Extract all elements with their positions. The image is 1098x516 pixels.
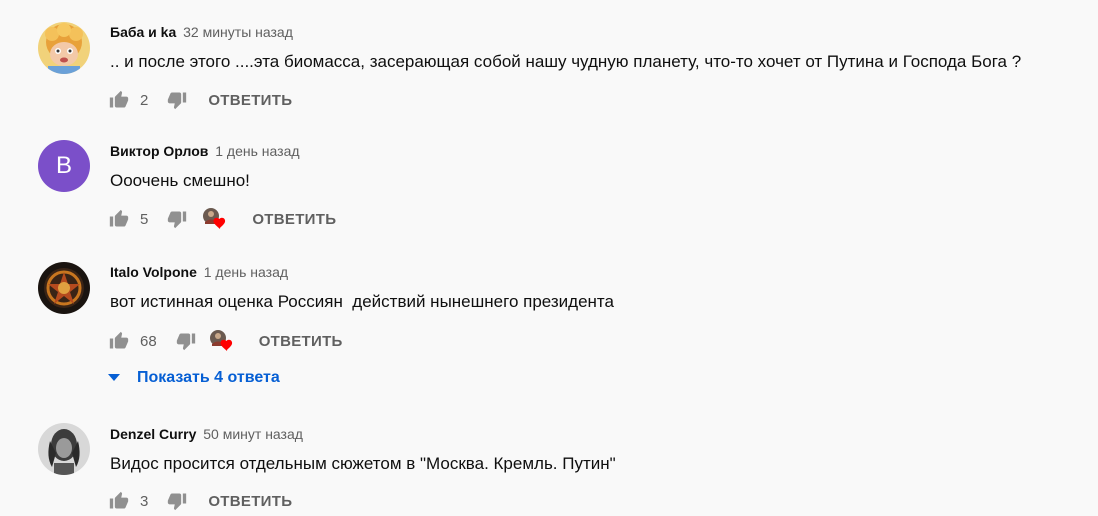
comment-header: Баба и ka 32 минуты назад: [110, 24, 293, 40]
author-name[interactable]: Виктор Орлов: [110, 143, 208, 159]
author-name[interactable]: Denzel Curry: [110, 426, 196, 442]
comment-text: .. и после этого ....эта биомасса, засер…: [110, 52, 1022, 71]
like-count: 2: [140, 91, 149, 109]
reply-button[interactable]: ОТВЕТИТЬ: [252, 211, 336, 228]
avatar-letter: В: [55, 152, 72, 179]
comment-actions: 5 ОТВЕТИТЬ: [108, 207, 336, 231]
comment-actions: 3 ОТВЕТИТЬ: [108, 489, 292, 513]
dislike-button[interactable]: [166, 490, 188, 512]
like-count: 68: [140, 332, 157, 350]
thumb-down-icon: [168, 493, 187, 511]
comment-actions: 2 ОТВЕТИТЬ: [108, 88, 292, 112]
thumb-down-icon: [176, 333, 195, 351]
comment-header: Italo Volpone 1 день назад: [110, 264, 288, 280]
comment-text: Ооочень смешно!: [110, 171, 250, 190]
bw-portrait-avatar-icon: [38, 423, 90, 475]
thumb-down-icon: [168, 211, 187, 229]
comment-header: Denzel Curry 50 минут назад: [110, 426, 303, 442]
comment-text: вот истинная оценка Россиян действий нын…: [110, 292, 614, 311]
author-name[interactable]: Italo Volpone: [110, 264, 197, 280]
creator-heart-badge: [202, 207, 228, 231]
creator-avatar-heart-icon: [203, 208, 226, 229]
like-button[interactable]: [108, 89, 130, 111]
dislike-button[interactable]: [166, 208, 188, 230]
comment-time[interactable]: 32 минуты назад: [183, 24, 293, 40]
creator-avatar-heart-icon: [209, 330, 232, 351]
dislike-button[interactable]: [166, 89, 188, 111]
thumb-up-icon: [109, 331, 129, 349]
comment-time[interactable]: 1 день назад: [204, 264, 288, 280]
creator-heart-badge: [209, 329, 235, 353]
like-count: 5: [140, 210, 149, 228]
cartoon-character-avatar-icon: [38, 22, 90, 74]
comment-text: Видос просится отдельным сюжетом в "Моск…: [110, 454, 616, 473]
avatar[interactable]: [38, 262, 90, 314]
reply-button[interactable]: ОТВЕТИТЬ: [208, 92, 292, 109]
avatar[interactable]: В: [38, 140, 90, 192]
caret-down-icon: [108, 374, 120, 381]
show-replies-label: Показать 4 ответа: [137, 369, 280, 386]
reply-button[interactable]: ОТВЕТИТЬ: [208, 493, 292, 510]
thumb-up-icon: [109, 491, 129, 509]
comment-header: Виктор Орлов 1 день назад: [110, 143, 300, 159]
comments-section: Баба и ka 32 минуты назад .. и после это…: [0, 0, 1098, 516]
avatar[interactable]: [38, 22, 90, 74]
comment-time[interactable]: 1 день назад: [215, 143, 299, 159]
like-count: 3: [140, 492, 149, 510]
like-button[interactable]: [108, 490, 130, 512]
thumb-down-icon: [168, 92, 187, 110]
comment-time[interactable]: 50 минут назад: [203, 426, 303, 442]
author-name[interactable]: Баба и ka: [110, 24, 176, 40]
like-button[interactable]: [108, 208, 130, 230]
like-button[interactable]: [108, 330, 130, 352]
dislike-button[interactable]: [175, 330, 197, 352]
thumb-up-icon: [109, 209, 129, 227]
dark-emblem-avatar-icon: [38, 262, 90, 314]
thumb-up-icon: [109, 90, 129, 108]
reply-button[interactable]: ОТВЕТИТЬ: [259, 333, 343, 350]
avatar[interactable]: [38, 423, 90, 475]
show-replies-button[interactable]: Показать 4 ответа: [108, 369, 280, 387]
comment-actions: 68 ОТВЕТИТЬ: [108, 329, 343, 353]
